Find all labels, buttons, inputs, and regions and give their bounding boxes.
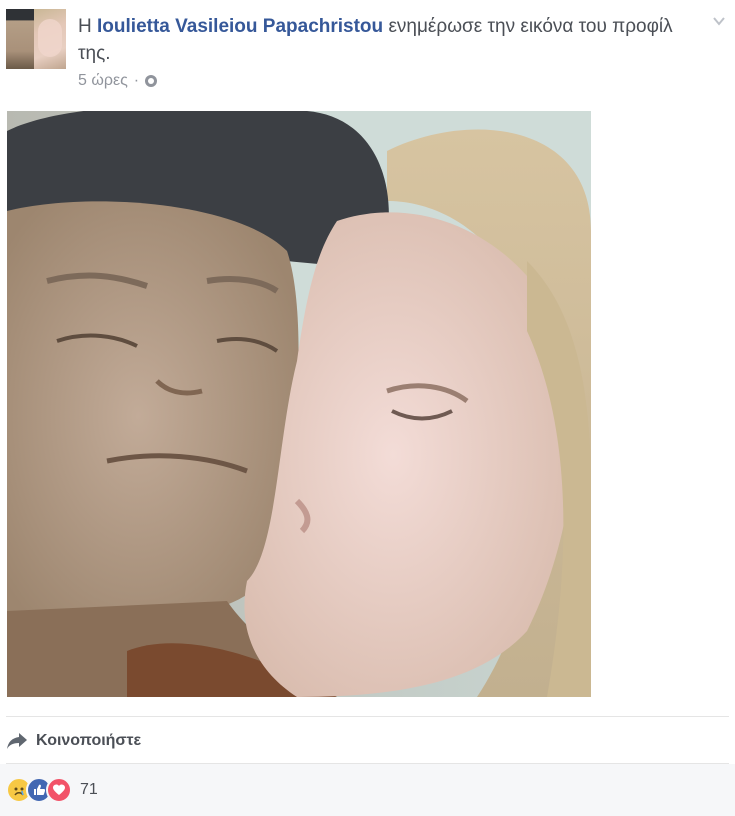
photo-illustration — [7, 111, 591, 697]
post-timestamp[interactable]: 5 ώρες — [78, 72, 128, 90]
divider-top — [6, 716, 729, 717]
meta-separator: · — [133, 72, 140, 89]
avatar-photo-left — [6, 9, 36, 69]
share-button[interactable]: Κοινοποιήστε — [6, 732, 141, 750]
share-arrow-icon — [7, 733, 27, 749]
avatar[interactable] — [6, 9, 66, 69]
author-name-link[interactable]: Ioulietta Vasileiou Papachristou — [97, 16, 383, 37]
share-label: Κοινοποιήστε — [36, 732, 142, 749]
avatar-photo-right — [34, 9, 66, 69]
love-reaction-icon — [46, 777, 72, 803]
profile-photo[interactable] — [7, 111, 591, 697]
globe-icon[interactable] — [145, 75, 158, 87]
post-meta: 5 ώρες · — [78, 72, 158, 90]
reaction-icons[interactable] — [6, 777, 72, 803]
headline-prefix: Η — [78, 16, 92, 37]
action-bar: Κοινοποιήστε — [0, 720, 735, 762]
feed-post: Η Ioulietta Vasileiou Papachristou ενημέ… — [0, 0, 735, 816]
reactions-bar: 71 — [0, 764, 735, 816]
post-headline: Η Ioulietta Vasileiou Papachristou ενημέ… — [78, 13, 678, 67]
post-header: Η Ioulietta Vasileiou Papachristou ενημέ… — [0, 0, 735, 100]
chevron-down-icon[interactable] — [712, 14, 726, 28]
reaction-count[interactable]: 71 — [80, 781, 98, 799]
